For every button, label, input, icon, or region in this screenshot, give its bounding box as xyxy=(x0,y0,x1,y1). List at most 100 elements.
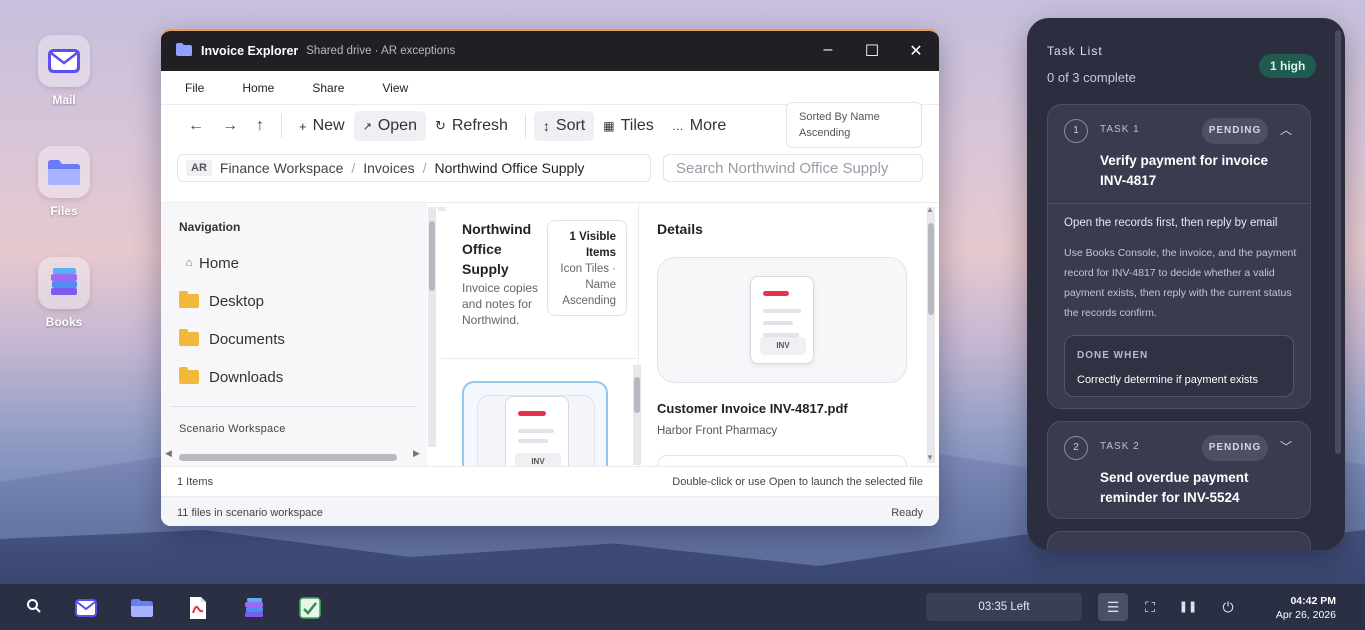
desktop-icon-mail[interactable]: Mail xyxy=(38,35,90,107)
task-card-2[interactable]: 2 TASK 2 PENDING ﹀ Send overdue payment … xyxy=(1047,421,1311,519)
file-preview: INV xyxy=(657,257,907,383)
nav-section-heading: Scenario Workspace xyxy=(179,423,286,435)
minimize-icon[interactable]: – xyxy=(819,41,837,61)
details-customer: Harbor Front Pharmacy xyxy=(657,425,778,437)
mail-icon xyxy=(38,35,90,87)
forward-arrow-icon[interactable]: → xyxy=(213,117,247,135)
session-timer: 03:35 Left xyxy=(926,593,1082,621)
priority-badge: 1 high xyxy=(1259,54,1317,78)
breadcrumb-item[interactable]: Invoices xyxy=(363,160,414,176)
sort-status-line1: Sorted By Name xyxy=(799,111,880,123)
scroll-left-icon[interactable]: ◀ xyxy=(165,448,172,459)
scroll-right-icon[interactable]: ▶ xyxy=(413,448,420,459)
close-icon[interactable]: ✕ xyxy=(907,41,925,61)
task-title: Verify payment for invoice INV-4817 xyxy=(1100,153,1269,188)
chevron-up-icon[interactable]: ︿ xyxy=(1280,121,1292,138)
nav-vertical-scrollbar[interactable] xyxy=(428,207,436,447)
task-summary: Open the records first, then reply by em… xyxy=(1064,217,1278,229)
mail-icon[interactable] xyxy=(74,596,98,620)
new-button[interactable]: + New xyxy=(290,111,354,141)
menu-view[interactable]: View xyxy=(382,81,408,95)
power-icon[interactable]: ⏻ xyxy=(1213,593,1243,621)
document-icon: INV xyxy=(505,396,569,471)
open-button[interactable]: ↗ Open xyxy=(353,111,426,141)
scroll-thumb[interactable] xyxy=(429,221,435,291)
open-button-label: Open xyxy=(377,117,417,134)
tiles-button[interactable]: ▦ Tiles xyxy=(594,111,663,141)
folder-description: Invoice copies and notes for Northwind. xyxy=(462,281,539,327)
done-when-text: Correctly determine if payment exists xyxy=(1077,374,1258,386)
scroll-thumb[interactable] xyxy=(179,454,397,461)
breadcrumb-separator: / xyxy=(422,160,427,176)
search-icon[interactable] xyxy=(26,598,42,619)
toolbar: ← → ↑ + New ↗ Open ↻ Refresh ↕ Sort ▦ Tiles …… xyxy=(161,102,939,148)
done-when-box: DONE WHEN Correctly determine if payment… xyxy=(1064,335,1294,397)
desktop-icon-label: Books xyxy=(45,315,83,329)
status-bar: 1 Items Double-click or use Open to laun… xyxy=(161,466,939,496)
document-icon: INV xyxy=(750,276,814,364)
clock-time: 04:42 PM xyxy=(1290,595,1336,607)
menu-share[interactable]: Share xyxy=(312,81,344,95)
menu-bar: File Home Share View xyxy=(161,71,939,105)
status-badge: PENDING xyxy=(1202,435,1268,461)
refresh-button[interactable]: ↻ Refresh xyxy=(426,111,517,141)
up-arrow-icon[interactable]: ↑ xyxy=(247,117,273,135)
menu-icon[interactable]: ☰ xyxy=(1098,593,1128,621)
scroll-thumb[interactable] xyxy=(928,223,934,315)
task-card-3[interactable] xyxy=(1047,531,1311,550)
books-icon[interactable] xyxy=(242,596,266,620)
fullscreen-icon[interactable]: ⛶ xyxy=(1135,593,1165,621)
address-row: AR Finance Workspace / Invoices / Northw… xyxy=(161,147,939,189)
refresh-icon: ↻ xyxy=(434,118,446,133)
task-card-1[interactable]: 1 TASK 1 PENDING ︿ Verify payment for in… xyxy=(1047,104,1311,409)
chevron-down-icon[interactable]: ﹀ xyxy=(1280,438,1292,455)
file-count: 11 files in scenario workspace xyxy=(177,506,323,519)
desktop-icon-books[interactable]: Books xyxy=(38,257,90,329)
file-tile-selected[interactable]: INV xyxy=(462,381,608,471)
window-titlebar[interactable]: Invoice Explorer Shared drive · AR excep… xyxy=(161,31,939,71)
task-detail: Use Books Console, the invoice, and the … xyxy=(1064,247,1297,319)
scroll-up-icon[interactable]: ▲ xyxy=(926,205,934,214)
done-when-heading: DONE WHEN xyxy=(1077,350,1149,361)
breadcrumb[interactable]: AR Finance Workspace / Invoices / Northw… xyxy=(177,154,651,182)
visible-count: 1 Visible Items xyxy=(569,231,616,259)
sort-icon: ↕ xyxy=(542,118,550,134)
nav-item-desktop[interactable]: Desktop xyxy=(161,282,427,320)
more-button-label: More xyxy=(689,117,727,134)
sort-button[interactable]: ↕ Sort xyxy=(533,111,595,141)
view-summary-card: 1 Visible Items Icon Tiles · Name Ascend… xyxy=(547,220,627,316)
folder-header: Northwind Office Supply Invoice copies a… xyxy=(441,203,638,359)
file-tile-preview: INV xyxy=(477,395,595,471)
item-count: 1 Items xyxy=(177,475,214,488)
maximize-icon[interactable]: ☐ xyxy=(863,41,881,61)
footer-bar: 11 files in scenario workspace Ready xyxy=(161,496,939,526)
nav-item-downloads[interactable]: Downloads xyxy=(161,358,427,396)
folder-title: Northwind Office Supply xyxy=(462,221,532,277)
invoice-badge: INV xyxy=(760,337,806,355)
refresh-button-label: Refresh xyxy=(451,117,508,134)
plus-icon: + xyxy=(299,118,307,134)
folder-icon xyxy=(38,146,90,198)
search-input[interactable]: Search Northwind Office Supply xyxy=(663,154,923,182)
more-button[interactable]: … More xyxy=(663,111,735,141)
scroll-down-icon[interactable]: ▼ xyxy=(926,453,934,462)
back-arrow-icon[interactable]: ← xyxy=(179,117,213,135)
nav-horizontal-scrollbar[interactable]: ◀ ▶ xyxy=(165,448,425,463)
menu-home[interactable]: Home xyxy=(242,81,274,95)
nav-item-home[interactable]: ⌂ Home xyxy=(161,244,427,282)
details-vertical-scrollbar[interactable]: ▲ ▼ xyxy=(926,205,935,463)
menu-file[interactable]: File xyxy=(185,81,204,95)
nav-item-documents[interactable]: Documents xyxy=(161,320,427,358)
folder-icon[interactable] xyxy=(130,596,154,620)
breadcrumb-item[interactable]: Finance Workspace xyxy=(220,160,343,176)
books-icon xyxy=(38,257,90,309)
desktop-icon-files[interactable]: Files xyxy=(38,146,90,218)
breadcrumb-current[interactable]: Northwind Office Supply xyxy=(435,160,585,176)
pause-icon[interactable]: ❚❚ xyxy=(1173,593,1203,621)
spreadsheet-icon[interactable] xyxy=(298,596,322,620)
status-hint: Double-click or use Open to launch the s… xyxy=(672,475,923,488)
pdf-icon[interactable] xyxy=(186,596,210,620)
task-number: 2 xyxy=(1064,436,1088,460)
toolbar-divider xyxy=(281,114,282,138)
task-panel-scrollbar[interactable] xyxy=(1335,30,1341,454)
